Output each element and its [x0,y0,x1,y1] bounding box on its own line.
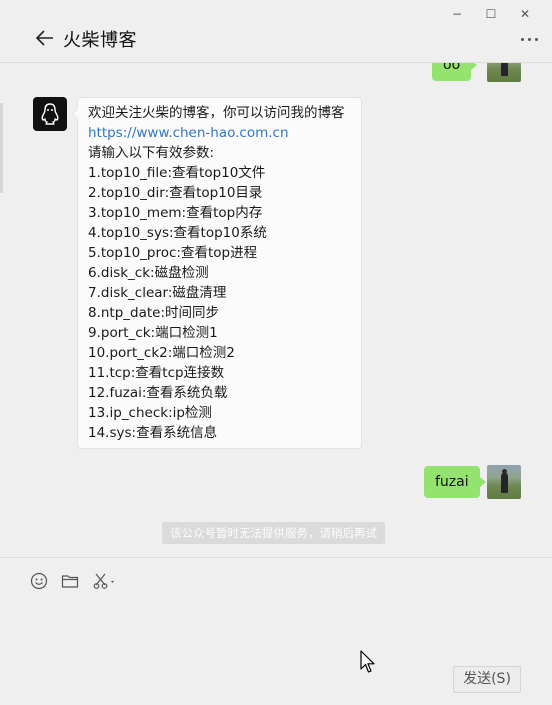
message-list[interactable]: oo 欢迎关注火柴的博客，你可以访问我的博客 https://www.chen-… [0,63,552,557]
more-dots-icon[interactable] [521,38,538,41]
message-text: oo [443,63,461,73]
own-message-bubble[interactable]: oo [432,63,478,81]
message-line: 欢迎关注火柴的博客，你可以访问我的博客 [88,105,345,121]
message-line: 4.top10_sys:查看top10系统 [88,225,267,241]
own-message-bubble[interactable]: fuzai [424,466,486,498]
chat-window: − ☐ ✕ 火柴博客 oo 欢迎关注火柴的博客，你可以访问我的博客 https:… [0,0,552,705]
message-line: 9.port_ck:端口检测1 [88,325,218,341]
scissors-icon[interactable] [92,572,118,590]
avatar[interactable] [487,465,521,499]
penguin-icon [41,103,59,125]
message-line: 6.disk_ck:磁盘检测 [88,265,209,281]
message-line: 13.ip_check:ip检测 [88,405,212,421]
message-line: 5.top10_proc:查看top进程 [88,245,258,261]
avatar[interactable] [487,63,521,82]
message-line: 14.sys:查看系统信息 [88,425,218,441]
message-line: 3.top10_mem:查看top内存 [88,205,263,221]
page-title: 火柴博客 [63,30,137,51]
message-line: 请输入以下有效参数: [88,145,215,161]
system-notice: 该公众号暂时无法提供服务，请稍后再试 [162,522,385,544]
emoji-icon[interactable] [30,572,48,590]
input-toolbar [30,572,118,590]
blog-link[interactable]: https://www.chen-hao.com.cn [88,123,361,143]
mouse-cursor-icon [360,650,376,676]
scroll-edge [0,103,3,193]
input-area[interactable]: 发送(S) [0,557,552,705]
message-line: 8.ntp_date:时间同步 [88,305,220,321]
folder-icon[interactable] [61,572,79,590]
chat-header: 火柴博客 [0,0,552,63]
message-line: 7.disk_clear:磁盘清理 [88,285,227,301]
send-button[interactable]: 发送(S) [453,666,521,693]
bot-message-bubble[interactable]: 欢迎关注火柴的博客，你可以访问我的博客 https://www.chen-hao… [72,97,362,449]
message-line: 2.top10_dir:查看top10目录 [88,185,263,201]
message-line: 1.top10_file:查看top10文件 [88,165,266,181]
arrow-left-icon[interactable] [34,27,56,49]
message-line: 11.tcp:查看tcp连接数 [88,365,225,381]
message-line: 10.port_ck2:端口检测2 [88,345,235,361]
message-text: fuzai [435,474,469,490]
bot-avatar[interactable] [33,97,67,131]
message-line: 12.fuzai:查看系统负载 [88,385,228,401]
